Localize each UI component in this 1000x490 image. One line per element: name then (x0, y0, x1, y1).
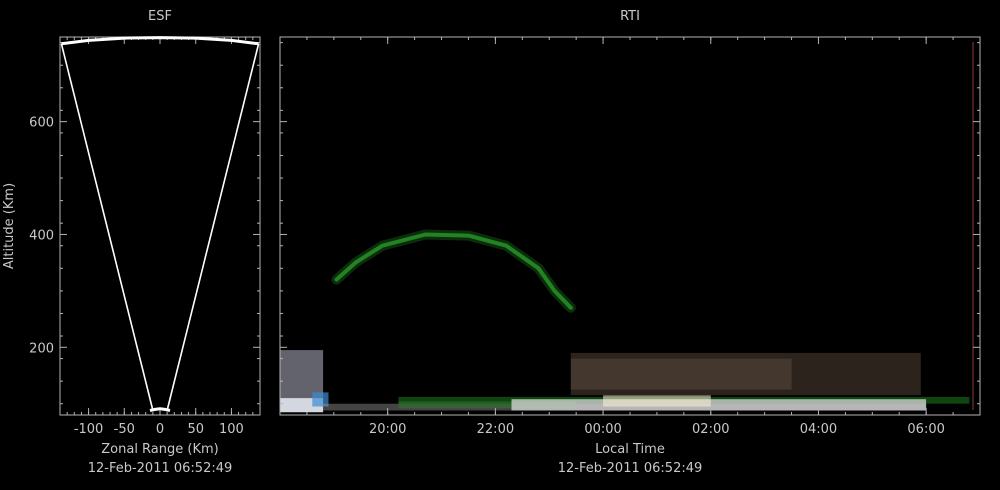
esf-timestamp: 12-Feb-2011 06:52:49 (88, 461, 233, 476)
esf-plot-frame (59, 36, 261, 416)
rti-echo (511, 399, 927, 411)
rti-x-tick-label: 04:00 (800, 422, 837, 437)
esf-ylabel: Altitude (Km) (2, 183, 17, 269)
rti-echo (603, 395, 711, 407)
esf-x-tick-label: -100 (74, 422, 104, 437)
esf-beam-line-0 (60, 43, 154, 411)
rti-x-tick-label: 20:00 (369, 422, 406, 437)
rti-timestamp: 12-Feb-2011 06:52:49 (558, 461, 703, 476)
rti-panel: RTI 20:00 22:00 00:00 02:00 04:00 06:00 Local… (279, 9, 981, 476)
rti-x-tick-label: 00:00 (584, 422, 621, 437)
esf-beam-line-3 (149, 407, 171, 412)
esf-x-tick-label: 0 (156, 422, 164, 437)
rti-x-tick-label: 22:00 (477, 422, 514, 437)
esf-x-tick-label: 50 (187, 422, 204, 437)
esf-marks (60, 36, 260, 412)
rti-x-tick-label: 06:00 (907, 422, 944, 437)
esf-y-tick-label: 200 (29, 341, 54, 356)
esf-beam-line-1 (166, 43, 260, 411)
esf-x-tick-label: -50 (114, 422, 135, 437)
esf-y-tick-label: 600 (29, 116, 54, 131)
rti-x-tick-label: 02:00 (692, 422, 729, 437)
rti-xlabel: Local Time (595, 442, 665, 457)
figure: ESF -100 -50 0 50 100 200 400 600 Altitude (Km)… (2, 9, 981, 476)
esf-panel: ESF -100 -50 0 50 100 200 400 600 Altitude (Km)… (2, 9, 261, 476)
esf-title: ESF (148, 9, 172, 24)
rti-echo (570, 358, 792, 390)
esf-x-tick-label: 100 (219, 422, 244, 437)
esf-y-tick-label: 400 (29, 228, 54, 243)
rti-title: RTI (620, 9, 640, 24)
esf-xlabel: Zonal Range (Km) (101, 442, 218, 457)
